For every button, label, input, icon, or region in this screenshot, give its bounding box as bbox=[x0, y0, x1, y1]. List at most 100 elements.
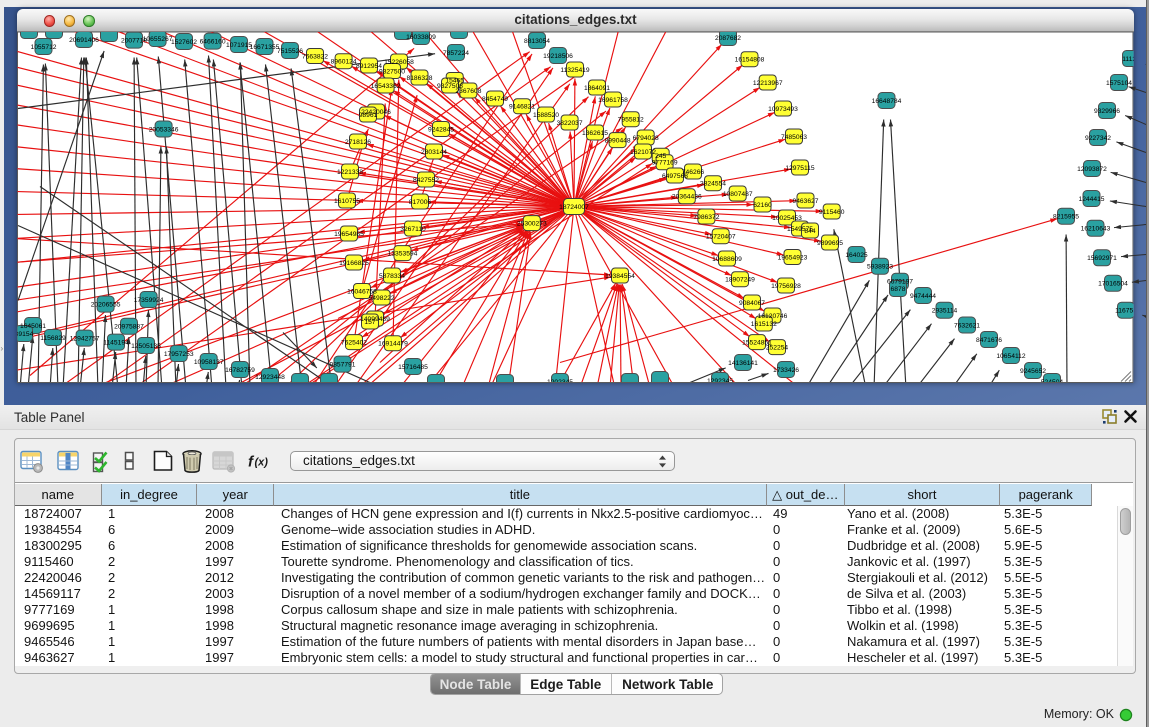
svg-text:5938923: 5938923 bbox=[867, 263, 893, 270]
svg-text:1575104: 1575104 bbox=[1106, 79, 1132, 86]
svg-text:6679197: 6679197 bbox=[887, 278, 913, 285]
svg-text:9242845: 9242845 bbox=[428, 126, 454, 133]
svg-text:20691406: 20691406 bbox=[69, 36, 99, 43]
svg-text:13353594: 13353594 bbox=[388, 250, 418, 257]
svg-text:15720407: 15720407 bbox=[706, 233, 736, 240]
svg-text:7625402: 7625402 bbox=[341, 339, 367, 346]
svg-text:20206555: 20206555 bbox=[91, 301, 121, 308]
svg-text:10025453: 10025453 bbox=[772, 214, 802, 221]
svg-text:9245652: 9245652 bbox=[1020, 367, 1046, 374]
svg-text:20975887: 20975887 bbox=[114, 323, 144, 330]
svg-text:6878: 6878 bbox=[891, 285, 906, 292]
svg-text:12505135: 12505135 bbox=[131, 342, 161, 349]
svg-text:12923448: 12923448 bbox=[255, 373, 285, 380]
svg-text:20053346: 20053346 bbox=[149, 126, 179, 133]
svg-text:15716485: 15716485 bbox=[398, 363, 428, 370]
svg-text:16961758: 16961758 bbox=[598, 96, 628, 103]
svg-text:25300273: 25300273 bbox=[517, 220, 547, 227]
svg-text:8215955: 8215955 bbox=[1053, 213, 1079, 220]
svg-text:2935114: 2935114 bbox=[932, 307, 958, 314]
svg-text:9115460: 9115460 bbox=[819, 208, 845, 215]
svg-text:8427552: 8427552 bbox=[413, 176, 439, 183]
svg-text:16033809: 16033809 bbox=[406, 33, 436, 40]
svg-text:2718126: 2718126 bbox=[345, 138, 371, 145]
svg-text:10655267: 10655267 bbox=[143, 35, 173, 42]
svg-text:8990448: 8990448 bbox=[605, 137, 631, 144]
svg-text:16210643: 16210643 bbox=[1081, 225, 1111, 232]
svg-text:(x): (x) bbox=[255, 457, 269, 469]
svg-text:116753: 116753 bbox=[1115, 307, 1137, 314]
svg-text:9474444: 9474444 bbox=[910, 292, 936, 299]
svg-text:8454749: 8454749 bbox=[482, 95, 508, 102]
svg-text:7663822: 7663822 bbox=[302, 53, 328, 60]
svg-text:1362615: 1362615 bbox=[582, 129, 608, 136]
svg-text:9463627: 9463627 bbox=[792, 197, 818, 204]
svg-text:7632621: 7632621 bbox=[954, 322, 980, 329]
svg-text:11123: 11123 bbox=[1122, 55, 1140, 62]
svg-text:817006: 817006 bbox=[409, 198, 432, 205]
svg-text:7515526: 7515526 bbox=[277, 47, 303, 54]
svg-text:157: 157 bbox=[364, 318, 375, 325]
svg-text:12942757: 12942757 bbox=[70, 335, 100, 342]
svg-text:7986372: 7986372 bbox=[693, 213, 719, 220]
svg-text:9777169: 9777169 bbox=[652, 159, 678, 166]
svg-text:12213967: 12213967 bbox=[753, 79, 783, 86]
svg-text:19384554: 19384554 bbox=[605, 272, 635, 279]
svg-text:15226058: 15226058 bbox=[384, 58, 414, 65]
svg-text:16543362: 16543362 bbox=[371, 82, 401, 89]
svg-text:1244415: 1244415 bbox=[1078, 195, 1104, 202]
svg-text:7485063: 7485063 bbox=[781, 133, 807, 140]
svg-text:39154: 39154 bbox=[17, 330, 34, 337]
svg-text:1145194: 1145194 bbox=[103, 339, 129, 346]
svg-text:1864091: 1864091 bbox=[584, 84, 610, 91]
svg-text:10688609: 10688609 bbox=[712, 255, 742, 262]
svg-text:9327500: 9327500 bbox=[379, 68, 405, 75]
svg-text:9857791: 9857791 bbox=[329, 361, 355, 368]
svg-text:844: 844 bbox=[804, 227, 815, 234]
svg-text:19654923: 19654923 bbox=[778, 254, 808, 261]
svg-text:5878334: 5878334 bbox=[379, 272, 405, 279]
svg-text:16914479: 16914479 bbox=[378, 340, 408, 347]
svg-text:18724007: 18724007 bbox=[559, 203, 589, 210]
svg-text:8960124: 8960124 bbox=[331, 58, 357, 65]
svg-text:9227342: 9227342 bbox=[1085, 134, 1111, 141]
svg-text:6466160: 6466160 bbox=[200, 38, 226, 45]
svg-text:19654985: 19654985 bbox=[334, 230, 364, 237]
svg-text:3267110: 3267110 bbox=[400, 225, 426, 232]
svg-text:10807487: 10807487 bbox=[723, 190, 753, 197]
svg-text:11325419: 11325419 bbox=[560, 66, 590, 73]
svg-text:19756928: 19756928 bbox=[771, 282, 801, 289]
svg-text:19166825: 19166825 bbox=[339, 259, 369, 266]
svg-text:98961: 98961 bbox=[359, 111, 378, 118]
svg-text:2367608: 2367608 bbox=[455, 87, 481, 94]
svg-text:16671355: 16671355 bbox=[250, 43, 280, 50]
svg-text:10973493: 10973493 bbox=[768, 105, 798, 112]
svg-text:1221338: 1221338 bbox=[337, 168, 363, 175]
svg-text:14136141: 14136141 bbox=[728, 359, 758, 366]
svg-text:1588520: 1588520 bbox=[533, 111, 559, 118]
svg-text:1071915: 1071915 bbox=[226, 41, 252, 48]
svg-text:9329966: 9329966 bbox=[1094, 107, 1120, 114]
svg-text:1615132: 1615132 bbox=[751, 320, 777, 327]
svg-text:6497568: 6497568 bbox=[662, 172, 688, 179]
svg-text:15692971: 15692971 bbox=[1087, 255, 1117, 262]
svg-text:62160: 62160 bbox=[753, 201, 772, 208]
svg-text:3824554: 3824554 bbox=[700, 180, 726, 187]
svg-text:1527602: 1527602 bbox=[171, 38, 197, 45]
svg-text:10654112: 10654112 bbox=[996, 352, 1026, 359]
svg-text:18907249: 18907249 bbox=[725, 276, 755, 283]
svg-text:16154808: 16154808 bbox=[735, 56, 765, 63]
svg-text:1733426: 1733426 bbox=[773, 366, 799, 373]
svg-text:7857224: 7857224 bbox=[443, 49, 469, 56]
svg-text:8186328: 8186328 bbox=[406, 74, 432, 81]
svg-text:1156829: 1156829 bbox=[40, 334, 66, 341]
svg-text:17957253: 17957253 bbox=[164, 350, 194, 357]
svg-text:16120746: 16120746 bbox=[758, 312, 788, 319]
svg-text:17359924: 17359924 bbox=[134, 296, 164, 303]
svg-text:16648784: 16648784 bbox=[872, 97, 902, 104]
svg-text:1621072: 1621072 bbox=[630, 148, 656, 155]
svg-text:252254: 252254 bbox=[766, 344, 789, 351]
svg-text:9084067: 9084067 bbox=[739, 299, 765, 306]
svg-text:2803144: 2803144 bbox=[421, 148, 447, 155]
svg-text:1645061: 1645061 bbox=[20, 322, 46, 329]
